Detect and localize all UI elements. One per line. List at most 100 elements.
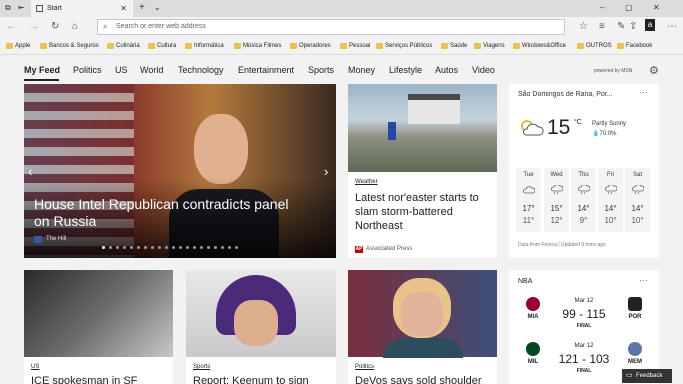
minimize-button[interactable]: –: [600, 2, 604, 14]
favorite-folder[interactable]: Windows&Office: [513, 42, 566, 51]
forecast-day[interactable]: Thu 14° 9°: [571, 168, 596, 232]
feedback-button[interactable]: ▭ Feedback: [622, 369, 672, 383]
carousel-dot[interactable]: [235, 246, 238, 249]
nav-sports[interactable]: Sports: [308, 65, 334, 76]
hub-icon[interactable]: ≡: [599, 20, 605, 34]
nav-autos[interactable]: Autos: [435, 65, 458, 76]
favorite-folder[interactable]: Apple: [6, 42, 30, 51]
nav-my-feed[interactable]: My Feed: [24, 65, 60, 76]
carousel-dot[interactable]: [193, 246, 196, 249]
tab-close-icon[interactable]: ✕: [120, 0, 127, 17]
news-card-title[interactable]: ICE spokesman in SF: [31, 374, 169, 384]
hero-face: [194, 114, 248, 184]
nav-politics[interactable]: Politics: [73, 65, 102, 76]
carousel-dot[interactable]: [151, 246, 154, 249]
game-row[interactable]: MIA Mar 12 99 - 115 FINAL POR: [509, 295, 659, 339]
tab-aside-icon[interactable]: ⇤: [18, 2, 25, 14]
nba-title[interactable]: NBA: [518, 278, 532, 285]
forecast-day[interactable]: Tue 17° 11°: [516, 168, 541, 232]
carousel-dot[interactable]: [109, 246, 112, 249]
news-card-politics[interactable]: Politics DeVos says sold shoulder: [348, 270, 497, 384]
refresh-icon[interactable]: ↻: [51, 20, 59, 34]
favorite-folder[interactable]: Saúde: [441, 42, 467, 51]
carousel-dot[interactable]: [228, 246, 231, 249]
hero-headline[interactable]: House Intel Republican contradicts panel…: [34, 196, 304, 230]
more-menu-icon[interactable]: ⋯: [667, 20, 677, 34]
address-bar[interactable]: ⌕ Search or enter web address: [97, 19, 565, 35]
carousel-dot[interactable]: [207, 246, 210, 249]
news-card-category[interactable]: US: [31, 364, 39, 370]
gear-icon[interactable]: ⚙: [649, 64, 659, 77]
forecast-day[interactable]: Fri 14° 10°: [598, 168, 623, 232]
favorite-folder[interactable]: OUTROS: [577, 42, 612, 51]
carousel-dot[interactable]: [144, 246, 147, 249]
news-card-weather[interactable]: Weather Latest nor'easter starts to slam…: [348, 84, 497, 258]
carousel-prev-icon[interactable]: ‹: [28, 164, 32, 179]
carousel-dot[interactable]: [130, 246, 133, 249]
carousel-dot[interactable]: [102, 246, 105, 249]
news-card-title[interactable]: Report: Keenum to sign: [193, 374, 333, 384]
nav-lifestyle[interactable]: Lifestyle: [389, 65, 422, 76]
news-card-title[interactable]: DeVos says sold shoulder: [355, 374, 495, 384]
news-card-category[interactable]: Sports: [193, 364, 210, 370]
favorite-folder[interactable]: Facebook: [617, 42, 652, 51]
carousel-dot[interactable]: [221, 246, 224, 249]
nav-video[interactable]: Video: [472, 65, 495, 76]
more-options-icon[interactable]: ···: [639, 275, 648, 285]
more-options-icon[interactable]: ···: [639, 87, 648, 97]
weather-location[interactable]: São Domingos de Rana, Por...: [518, 91, 613, 98]
carousel-dots[interactable]: [102, 246, 282, 250]
news-card-category[interactable]: Politics: [355, 364, 374, 370]
news-card-us[interactable]: US ICE spokesman in SF: [24, 270, 173, 384]
favorite-folder[interactable]: Informática: [185, 42, 224, 51]
tab-menu-chevron-icon[interactable]: ⌄: [154, 2, 161, 14]
news-card-sports[interactable]: Sports Report: Keenum to sign: [186, 270, 336, 384]
carousel-dot[interactable]: [158, 246, 161, 249]
weather-widget[interactable]: São Domingos de Rana, Por... ··· 15 °C P…: [509, 84, 659, 258]
nav-money[interactable]: Money: [348, 65, 375, 76]
tab-preview-icon[interactable]: ⧉: [5, 2, 11, 14]
news-card-title[interactable]: Latest nor'easter starts to slam storm-b…: [355, 191, 493, 233]
folder-icon: [40, 43, 47, 49]
carousel-dot[interactable]: [123, 246, 126, 249]
new-tab-button[interactable]: +: [139, 2, 145, 14]
favorites-star-icon[interactable]: ☆: [579, 20, 588, 34]
favorite-folder[interactable]: Viagens: [474, 42, 505, 51]
favorite-folder[interactable]: Serviços Públicos: [376, 42, 432, 51]
carousel-dot[interactable]: [179, 246, 182, 249]
favorite-folder[interactable]: Pessoal: [340, 42, 370, 51]
favorite-folder[interactable]: Música Filmes: [234, 42, 281, 51]
carousel-dot[interactable]: [165, 246, 168, 249]
carousel-dot[interactable]: [172, 246, 175, 249]
favorite-folder[interactable]: Bancos & Seguros: [40, 42, 99, 51]
carousel-dot[interactable]: [200, 246, 203, 249]
forecast-day[interactable]: Sat 14° 10°: [625, 168, 650, 232]
nba-scores-widget[interactable]: NBA ··· MIA Mar 12 99 - 115 FINAL POR MI…: [509, 270, 659, 384]
tab-start[interactable]: Start ✕: [31, 0, 133, 17]
carousel-dot[interactable]: [116, 246, 119, 249]
back-arrow-icon[interactable]: ←: [6, 20, 16, 34]
carousel-dot[interactable]: [186, 246, 189, 249]
maximize-button[interactable]: ▢: [625, 2, 633, 14]
carousel-dot[interactable]: [214, 246, 217, 249]
news-card-category[interactable]: Weather: [355, 179, 378, 185]
temperature-unit[interactable]: °C: [574, 119, 582, 126]
share-icon[interactable]: ⇪: [629, 20, 637, 34]
home-icon[interactable]: ⌂: [72, 20, 78, 34]
nav-us[interactable]: US: [115, 65, 128, 76]
carousel-next-icon[interactable]: ›: [324, 164, 328, 179]
forecast-day[interactable]: Wed 15° 12°: [544, 168, 569, 232]
nav-technology[interactable]: Technology: [178, 65, 224, 76]
forward-arrow-icon[interactable]: →: [29, 20, 39, 34]
amazon-extension-icon[interactable]: a: [645, 19, 655, 31]
hero-carousel[interactable]: ‹ › House Intel Republican contradicts p…: [24, 84, 336, 258]
favorite-folder[interactable]: Culinária: [107, 42, 140, 51]
notes-pen-icon[interactable]: ✎: [617, 20, 625, 34]
nav-world[interactable]: World: [140, 65, 163, 76]
folder-icon: [376, 43, 383, 49]
favorite-folder[interactable]: Cultura: [148, 42, 176, 51]
nav-entertainment[interactable]: Entertainment: [238, 65, 294, 76]
carousel-dot[interactable]: [137, 246, 140, 249]
favorite-folder[interactable]: Operadores: [290, 42, 331, 51]
close-window-button[interactable]: ✕: [653, 2, 660, 14]
